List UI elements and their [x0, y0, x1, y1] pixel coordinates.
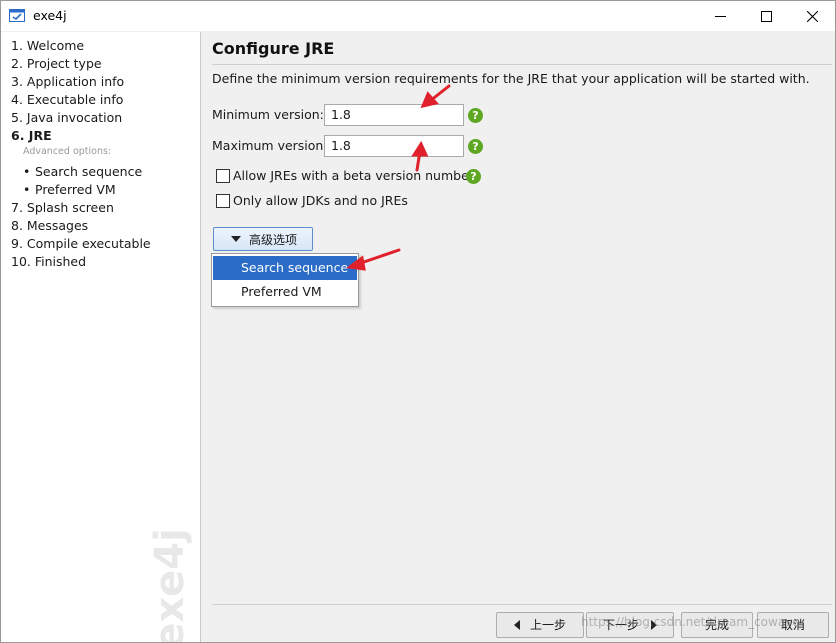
title-bar: exe4j: [1, 1, 835, 31]
max-version-input[interactable]: 1.8: [324, 135, 464, 157]
app-window: exe4j 1. Welcome 2. Project type 3. Appl…: [0, 0, 836, 643]
allow-beta-label: Allow JREs with a beta version number: [233, 168, 474, 183]
help-icon[interactable]: ?: [468, 108, 483, 123]
app-icon: [9, 9, 25, 22]
window-title: exe4j: [33, 8, 67, 23]
sidebar-item-search-sequence[interactable]: • Search sequence: [23, 163, 142, 181]
step-java-invocation[interactable]: 5. Java invocation: [11, 109, 122, 127]
menu-item-preferred-vm[interactable]: Preferred VM: [213, 280, 357, 304]
max-version-label: Maximum version:: [212, 138, 328, 153]
footer-divider: [212, 604, 832, 605]
blog-watermark-text: https://blog.csdn.net/dream_cowave: [581, 615, 800, 629]
triangle-down-icon: [231, 236, 241, 242]
page-description: Define the minimum version requirements …: [212, 71, 810, 86]
page-title: Configure JRE: [212, 39, 335, 58]
step-finished[interactable]: 10. Finished: [11, 253, 86, 271]
advanced-options-button[interactable]: 高级选项: [213, 227, 313, 251]
min-version-label: Minimum version:: [212, 107, 324, 122]
exe4j-watermark-logo: exe4j: [146, 528, 193, 642]
step-welcome[interactable]: 1. Welcome: [11, 37, 84, 55]
main-panel: Configure JRE Define the minimum version…: [201, 32, 835, 642]
min-version-input[interactable]: 1.8: [324, 104, 464, 126]
minimize-icon: [715, 16, 726, 17]
step-project-type[interactable]: 2. Project type: [11, 55, 102, 73]
allow-beta-checkbox[interactable]: [216, 169, 230, 183]
arrow-left-icon: [513, 620, 520, 630]
back-button[interactable]: 上一步: [496, 612, 584, 638]
sidebar-item-preferred-vm[interactable]: • Preferred VM: [23, 181, 116, 199]
advanced-options-menu: Search sequence Preferred VM: [211, 253, 359, 307]
only-jdk-label: Only allow JDKs and no JREs: [233, 193, 408, 208]
step-jre[interactable]: 6. JRE: [11, 127, 52, 145]
maximize-button[interactable]: [743, 1, 789, 31]
only-jdk-checkbox[interactable]: [216, 194, 230, 208]
close-icon: [807, 11, 818, 22]
title-divider: [212, 64, 832, 65]
sidebar-item-label: Search sequence: [35, 164, 143, 179]
step-splash-screen[interactable]: 7. Splash screen: [11, 199, 114, 217]
minimize-button[interactable]: [697, 1, 743, 31]
sidebar-item-label: Preferred VM: [35, 182, 116, 197]
step-executable-info[interactable]: 4. Executable info: [11, 91, 123, 109]
help-icon[interactable]: ?: [466, 169, 481, 184]
maximize-icon: [761, 11, 772, 22]
menu-item-search-sequence[interactable]: Search sequence: [213, 256, 357, 280]
advanced-options-button-label: 高级选项: [249, 233, 298, 247]
step-application-info[interactable]: 3. Application info: [11, 73, 124, 91]
advanced-options-label: Advanced options:: [23, 146, 112, 157]
step-compile-executable[interactable]: 9. Compile executable: [11, 235, 151, 253]
close-button[interactable]: [789, 1, 835, 31]
step-messages[interactable]: 8. Messages: [11, 217, 88, 235]
back-button-label: 上一步: [529, 618, 566, 632]
steps-sidebar: 1. Welcome 2. Project type 3. Applicatio…: [1, 32, 201, 642]
help-icon[interactable]: ?: [468, 139, 483, 154]
